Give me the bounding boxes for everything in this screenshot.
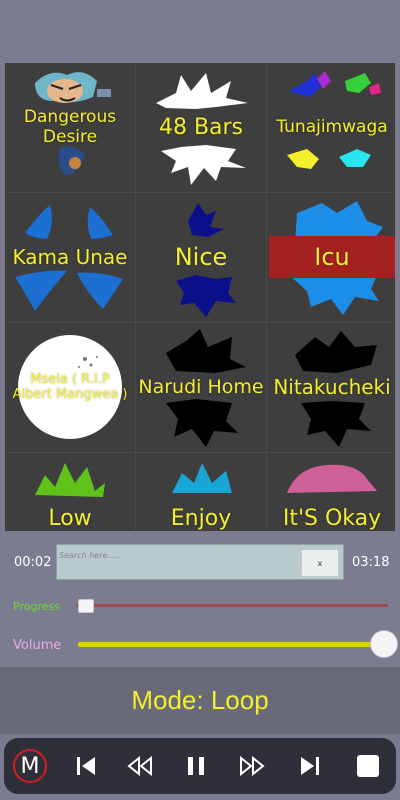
song-tile-kama-unae[interactable]: Kama Unae — [5, 193, 135, 322]
song-label: Dangerous Desire — [23, 106, 117, 147]
song-tile-tunajimwaga[interactable]: Tunajimwaga — [267, 63, 395, 192]
stop-icon — [357, 755, 379, 777]
volume-slider-handle[interactable] — [370, 630, 398, 658]
song-label: 48 Bars — [158, 114, 244, 140]
transport-bar: M — [4, 738, 396, 794]
song-label: Nitakucheki — [273, 375, 391, 399]
next-button[interactable] — [292, 748, 328, 784]
song-tile-nice[interactable]: Nice — [136, 193, 266, 322]
progress-slider[interactable] — [76, 604, 388, 607]
progress-slider-handle[interactable] — [78, 599, 94, 613]
previous-button[interactable] — [68, 748, 104, 784]
song-label: Nice — [174, 242, 228, 271]
song-tile-nitakucheki[interactable]: Nitakucheki — [267, 323, 395, 452]
volume-label: Volume — [13, 638, 62, 653]
song-tile-dangerous-desire[interactable]: Dangerous Desire — [5, 63, 135, 192]
mode-bar: Mode: Loop — [0, 667, 400, 734]
stop-button[interactable] — [350, 748, 386, 784]
song-tile-icu[interactable]: Icu — [267, 193, 395, 322]
progress-label: Progress — [13, 600, 60, 613]
song-grid: Dangerous Desire 48 Bars Tunajimwaga Kam… — [5, 63, 395, 531]
song-tile-low[interactable]: Low — [5, 453, 135, 531]
pause-icon — [188, 757, 204, 775]
song-tile-msela[interactable]: Msela ( R.I.P Albert Mangwea ) — [5, 323, 135, 452]
rewind-icon — [127, 755, 152, 777]
elapsed-time: 00:02 — [14, 555, 52, 570]
song-label: Msela ( R.I.P Albert Mangwea ) — [12, 371, 128, 402]
mode-button-ring: M — [13, 749, 47, 783]
song-label: Narudi Home — [138, 375, 264, 398]
volume-slider[interactable] — [78, 642, 380, 647]
search-box: x — [56, 544, 344, 580]
duration-time: 03:18 — [352, 555, 390, 570]
fast-forward-icon — [240, 755, 265, 777]
song-label: It'S Okay — [282, 505, 382, 531]
fast-forward-button[interactable] — [234, 748, 270, 784]
song-label: Icu — [314, 242, 350, 271]
song-tile-enjoy[interactable]: Enjoy — [136, 453, 266, 531]
skip-previous-icon — [77, 757, 95, 775]
pause-button[interactable] — [178, 748, 214, 784]
clear-search-button[interactable]: x — [301, 549, 339, 577]
song-tile-narudi-home[interactable]: Narudi Home — [136, 323, 266, 452]
song-label: Kama Unae — [12, 245, 128, 269]
skip-next-icon — [301, 757, 319, 775]
song-tile-its-okay[interactable]: It'S Okay — [267, 453, 395, 531]
song-label: Enjoy — [170, 505, 232, 531]
search-input[interactable] — [59, 547, 295, 563]
rewind-button[interactable] — [122, 748, 158, 784]
mode-button-label: M — [20, 753, 40, 779]
song-label: Low — [48, 505, 92, 531]
mode-text: Mode: Loop — [131, 685, 269, 715]
mode-button[interactable]: M — [12, 748, 48, 784]
song-label: Tunajimwaga — [276, 116, 388, 137]
song-tile-48-bars[interactable]: 48 Bars — [136, 63, 266, 192]
